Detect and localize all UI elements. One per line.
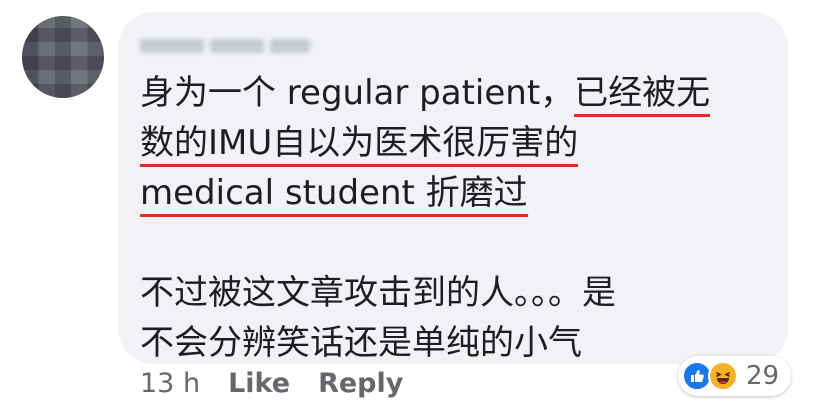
reactions-summary[interactable]: 29 bbox=[678, 356, 792, 396]
comment-text-underlined: medical student 折磨过 bbox=[140, 173, 528, 217]
avatar[interactable] bbox=[22, 16, 104, 98]
comment-text-plain: 身为一个 regular patient， bbox=[140, 73, 575, 113]
redacted-name-part bbox=[210, 39, 264, 53]
comment-actions: 13 h Like Reply bbox=[140, 368, 403, 399]
timestamp[interactable]: 13 h bbox=[140, 368, 200, 399]
comment-line: 身为一个 regular patient，已经被无 bbox=[140, 68, 780, 118]
comment-body: 身为一个 regular patient，已经被无 数的IMU自以为医术很厉害的… bbox=[140, 68, 780, 368]
comment-line: 数的IMU自以为医术很厉害的 bbox=[140, 118, 780, 168]
author-name-redacted[interactable] bbox=[140, 36, 324, 56]
redacted-name-part bbox=[270, 39, 310, 53]
comment-screenshot: 身为一个 regular patient，已经被无 数的IMU自以为医术很厉害的… bbox=[0, 0, 828, 412]
comment-line: 不过被这文章攻击到的人。。。是 bbox=[140, 273, 616, 313]
comment-text-underlined: 已经被无 bbox=[574, 73, 711, 117]
reply-button[interactable]: Reply bbox=[318, 368, 403, 399]
haha-icon bbox=[708, 361, 738, 391]
comment-text-underlined: 数的IMU自以为医术很厉害的 bbox=[140, 123, 579, 167]
comment-line: medical student 折磨过 bbox=[140, 168, 780, 218]
avatar-pixelation bbox=[22, 16, 104, 98]
like-button[interactable]: Like bbox=[228, 368, 290, 399]
reaction-count: 29 bbox=[746, 361, 780, 391]
redacted-name-part bbox=[140, 39, 204, 53]
